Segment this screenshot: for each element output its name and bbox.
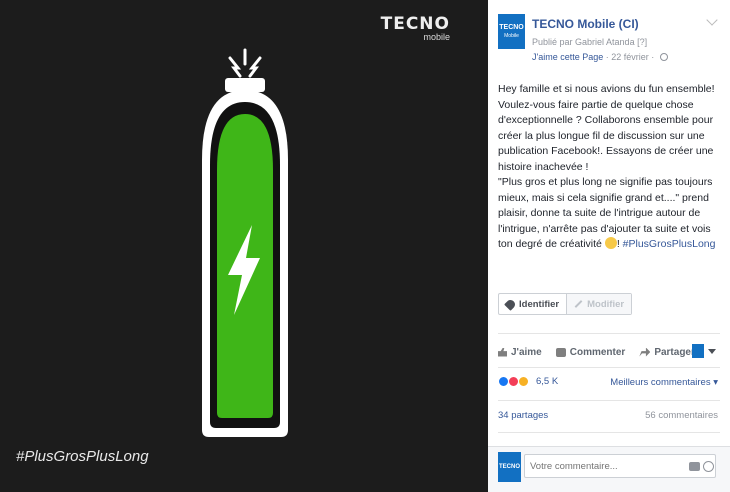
hashtag-link[interactable]: #PlusGrosPlusLong: [623, 238, 716, 250]
post-paragraph: Hey famille et si nous avions du fun ens…: [498, 83, 715, 173]
thumb-icon: [498, 347, 507, 357]
brand-name: TECNO: [380, 14, 450, 34]
like-label: J'aime: [511, 346, 542, 358]
share-button[interactable]: Partager: [639, 347, 695, 358]
avatar-label: TECNO: [499, 23, 524, 31]
divider: [498, 333, 720, 334]
post-meta: J'aime cette Page · 22 février ·: [532, 52, 668, 62]
comment-label: Commenter: [569, 346, 626, 358]
divider: [498, 367, 720, 368]
composer-avatar: TECNO: [498, 452, 521, 482]
actor-avatar[interactable]: [692, 344, 704, 358]
post-body: Hey famille et si nous avions du fun ens…: [498, 82, 724, 253]
divider: [498, 432, 720, 433]
comment-input[interactable]: [524, 454, 716, 478]
tag-toolbar: Identifier Modifier: [498, 293, 633, 315]
post-header: TECNO Mobile TECNO Mobile (CI) Publié pa…: [488, 0, 730, 70]
identify-button[interactable]: Identifier: [499, 294, 566, 314]
like-page-link[interactable]: J'aime cette Page: [532, 52, 603, 62]
actor-caret-icon[interactable]: [708, 349, 716, 354]
tag-icon: [504, 297, 517, 311]
share-icon: [639, 347, 651, 357]
comment-button[interactable]: Commenter: [555, 346, 626, 358]
posted-by: Publié par Gabriel Atanda [?]: [532, 37, 648, 47]
globe-icon: [659, 53, 668, 61]
avatar-sublabel: Mobile: [504, 32, 519, 39]
post-stats: 34 partages 56 commentaires: [498, 410, 718, 421]
photo-hashtag: #PlusGrosPlusLong: [16, 448, 149, 465]
edit-button[interactable]: Modifier: [566, 294, 632, 314]
share-label: Partager: [654, 346, 695, 358]
post-panel: TECNO Mobile TECNO Mobile (CI) Publié pa…: [488, 0, 730, 492]
spark-icon: [228, 48, 262, 78]
post-paragraph: "Plus gros et plus long ne signifie pas …: [498, 175, 724, 253]
reaction-count: 6,5 K: [536, 376, 559, 387]
post-date: · 22 février ·: [603, 52, 657, 62]
smiley-icon[interactable]: [703, 461, 714, 472]
action-bar: J'aime Commenter Partager: [498, 342, 720, 362]
reactions-summary[interactable]: 6,5 K: [498, 376, 558, 387]
comment-icon: [555, 347, 566, 357]
battery-cap: [225, 78, 265, 92]
page-avatar[interactable]: TECNO Mobile: [498, 14, 525, 49]
identify-label: Identifier: [519, 298, 560, 310]
page-name-link[interactable]: TECNO Mobile (CI): [532, 17, 639, 31]
comments-count[interactable]: 56 commentaires: [645, 410, 718, 421]
pencil-icon: [574, 300, 583, 308]
comment-composer: TECNO: [488, 446, 730, 492]
top-comments-dropdown[interactable]: Meilleurs commentaires ▾: [610, 377, 718, 388]
divider: [498, 400, 720, 401]
post-photo[interactable]: TECNO mobile #PlusGrosPlusLong: [0, 0, 488, 492]
brand-logo: TECNO mobile: [381, 14, 450, 42]
smile-emoji-icon: [604, 237, 617, 249]
edit-label: Modifier: [587, 298, 625, 310]
like-button[interactable]: J'aime: [498, 347, 542, 358]
haha-reaction-icon: [518, 376, 529, 387]
battery-illustration: [202, 48, 288, 437]
shares-link[interactable]: 34 partages: [498, 410, 548, 421]
chevron-down-icon[interactable]: [706, 14, 718, 26]
camera-icon[interactable]: [689, 462, 700, 471]
